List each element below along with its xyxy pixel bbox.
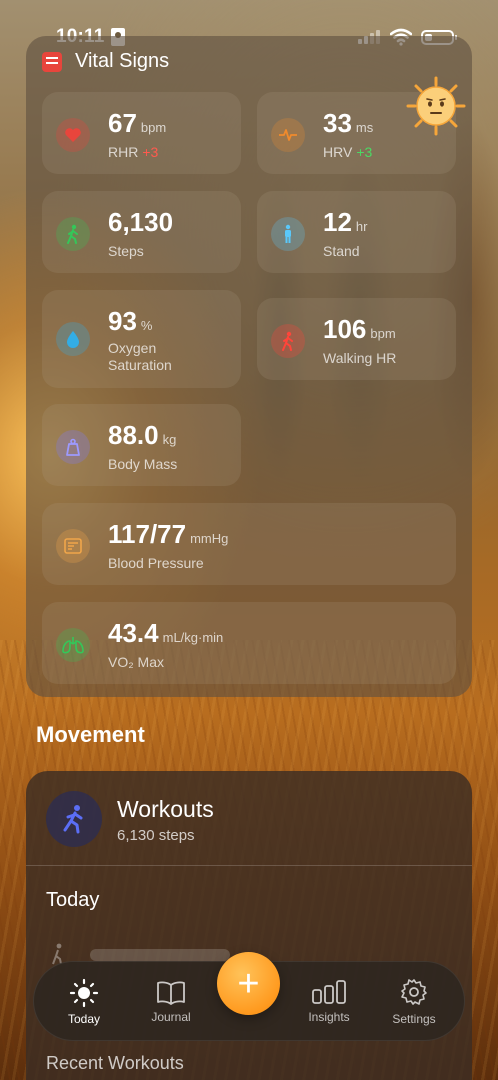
- running-icon: [46, 791, 102, 847]
- book-icon: [157, 981, 185, 1005]
- vital-label: HRV +3: [323, 144, 373, 160]
- scale-icon: [56, 430, 90, 464]
- walking-icon: [56, 217, 90, 251]
- tab-insights[interactable]: Insights: [291, 962, 367, 1042]
- vital-value: 43.4 mL/kg·min: [108, 618, 224, 648]
- standing-icon: [271, 217, 305, 251]
- vital-value: 6,130: [108, 207, 174, 237]
- drop-icon: [56, 322, 90, 356]
- vital-label: Blood Pressure: [108, 555, 204, 571]
- walking-heart-icon: [271, 324, 305, 358]
- vital-label: Body Mass: [108, 456, 178, 472]
- vital-signs-title: Vital Signs: [75, 50, 170, 72]
- vital-value: 117/77 mmHg: [108, 519, 229, 549]
- vital-label: Steps: [108, 243, 144, 259]
- vital-value: 67 bpm: [108, 108, 167, 138]
- vital-value: 106 bpm: [323, 314, 396, 344]
- vital-tile-blood-pressure[interactable]: 117/77 mmHg Blood Pressure: [42, 503, 456, 585]
- vital-tile-body-mass[interactable]: 88.0 kg Body Mass: [42, 404, 241, 486]
- status-bar: 10:11: [0, 0, 498, 47]
- vital-delta: +3: [142, 144, 159, 160]
- vital-label: Stand: [323, 243, 360, 259]
- recent-workouts-label: Recent Workouts: [46, 1053, 184, 1073]
- tab-label: Insights: [308, 1010, 350, 1024]
- workouts-steps: 6,130 steps: [117, 827, 195, 844]
- workouts-title[interactable]: Workouts: [117, 796, 214, 823]
- vital-tile-walking-hr[interactable]: 106 bpm Walking HR: [257, 298, 456, 380]
- sun-mascot-icon[interactable]: [406, 76, 466, 136]
- blood-pressure-icon: [56, 529, 90, 563]
- tab-label: Today: [67, 1012, 101, 1026]
- divider: [26, 865, 472, 866]
- vital-signs-header: Vital Signs: [42, 50, 169, 73]
- sun-icon: [69, 978, 99, 1008]
- tab-label: Journal: [151, 1010, 191, 1024]
- heart-icon: [56, 118, 90, 152]
- tab-label: Settings: [392, 1012, 436, 1026]
- add-button[interactable]: +: [217, 952, 280, 1015]
- pulse-icon: [271, 118, 305, 152]
- vital-tile-stand[interactable]: 12 hr Stand: [257, 191, 456, 273]
- vital-value: 88.0 kg: [108, 420, 177, 450]
- bars-icon: [312, 980, 346, 1004]
- vital-delta: +3: [356, 144, 373, 160]
- vital-value: 33 ms: [323, 108, 374, 138]
- vital-value: 12 hr: [323, 207, 368, 237]
- vital-label: Oxygen Saturation: [108, 340, 172, 373]
- vital-label: RHR +3: [108, 144, 159, 160]
- vital-tile-steps[interactable]: 6,130 Steps: [42, 191, 241, 273]
- tab-settings[interactable]: Settings: [376, 962, 452, 1042]
- tab-today[interactable]: Today: [46, 962, 122, 1042]
- vital-tile-vo2-max[interactable]: 43.4 mL/kg·min VO₂ Max: [42, 602, 456, 684]
- vital-label: Walking HR: [323, 350, 397, 366]
- tab-journal[interactable]: Journal: [133, 962, 209, 1042]
- vital-tile-oxygen[interactable]: 93% Oxygen Saturation: [42, 290, 241, 388]
- gear-icon: [401, 979, 427, 1005]
- faded-text: [90, 949, 230, 961]
- vital-signs-logo-icon: [42, 51, 62, 72]
- vital-value: 93%: [108, 306, 153, 336]
- vital-tile-rhr[interactable]: 67 bpm RHR +3: [42, 92, 241, 174]
- vital-label: VO₂ Max: [108, 654, 164, 670]
- lungs-icon: [56, 628, 90, 662]
- movement-section-title: Movement: [36, 722, 145, 747]
- today-label: Today: [46, 889, 100, 911]
